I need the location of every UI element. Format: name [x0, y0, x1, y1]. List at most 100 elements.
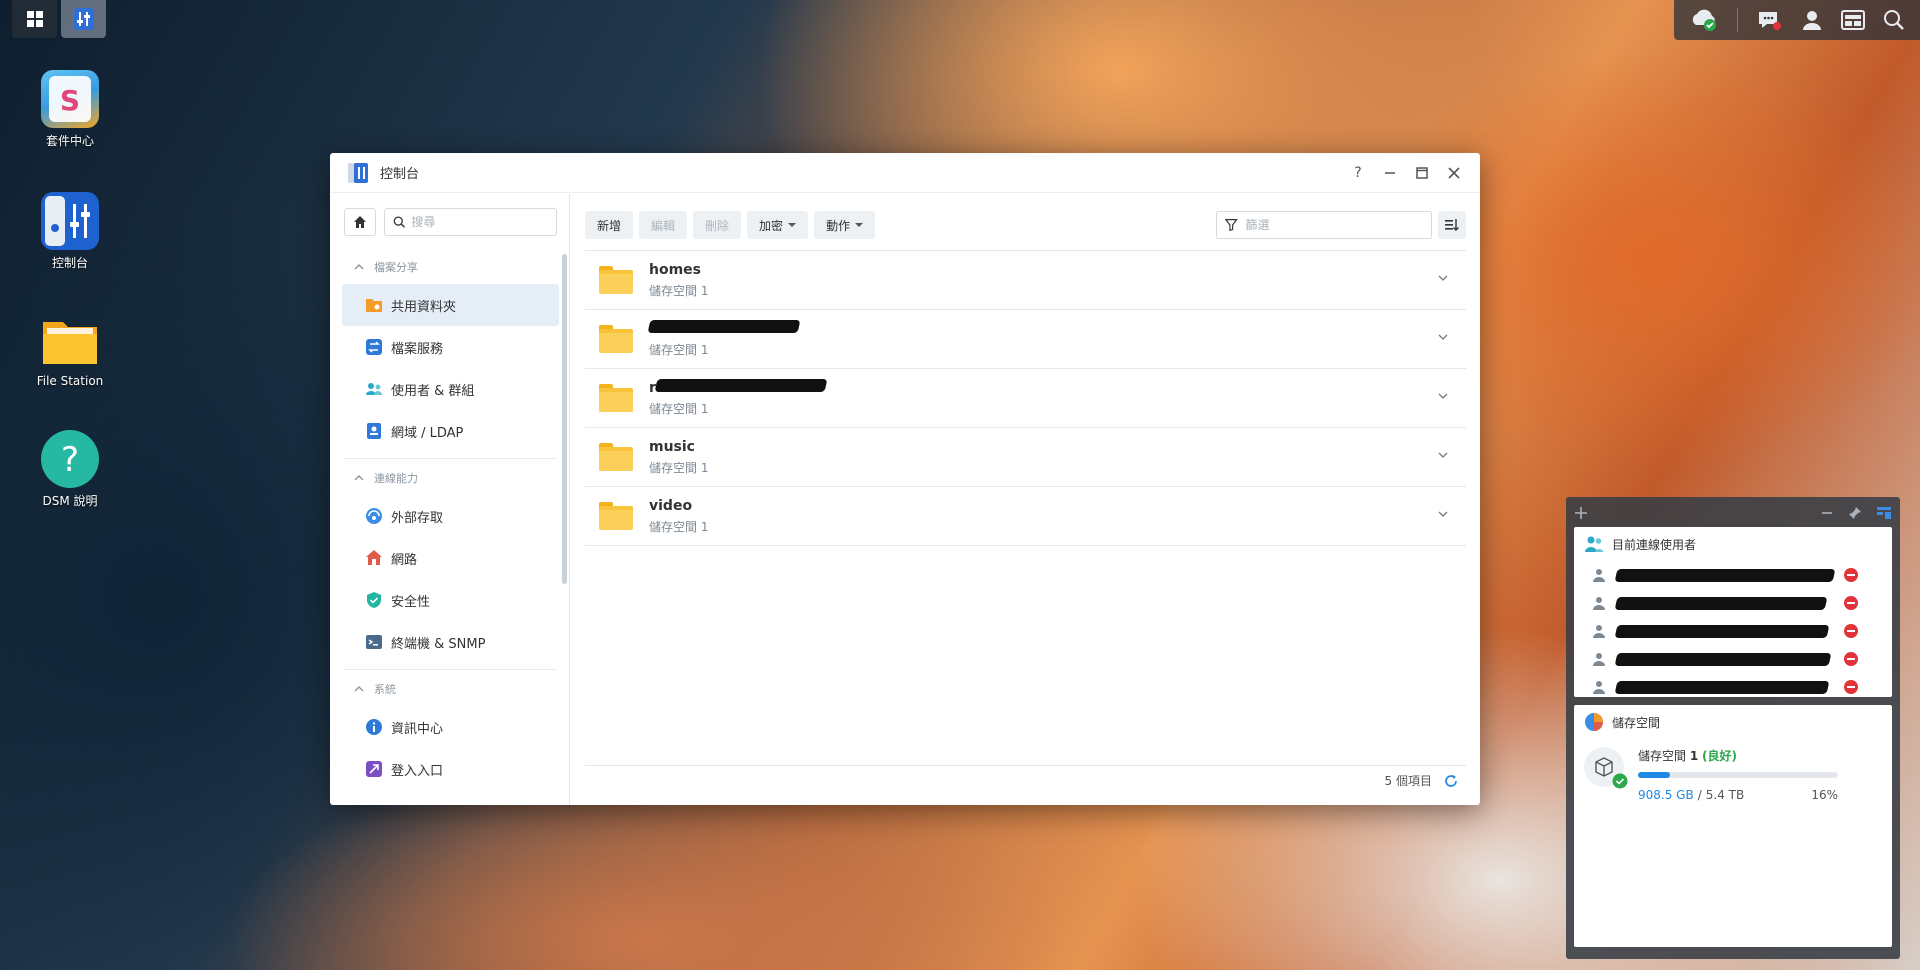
folder-name: [647, 320, 801, 337]
refresh-icon[interactable]: [1444, 774, 1458, 788]
sidebar-item-users-groups[interactable]: 使用者 & 群組: [342, 368, 559, 410]
chevron-down-icon[interactable]: [1438, 509, 1448, 519]
list-item: [1574, 645, 1892, 673]
table-row[interactable]: video 儲存空間 1: [585, 487, 1466, 546]
sidebar-item-label: 終端機 & SNMP: [391, 636, 486, 652]
storage-widget: 儲存空間 儲存空間 1 (良好) 908.5 GB / 5.4 TB 16%: [1574, 705, 1892, 947]
section-connectivity[interactable]: 連線能力: [330, 461, 569, 495]
domain-icon: [367, 423, 381, 439]
sidebar-scrollbar[interactable]: [562, 254, 567, 584]
action-dropdown[interactable]: 動作: [814, 211, 876, 239]
home-icon: [354, 216, 366, 228]
chevron-down-icon[interactable]: [1438, 391, 1448, 401]
chevron-down-icon[interactable]: [1438, 450, 1448, 460]
chevron-down-icon[interactable]: [1438, 332, 1448, 342]
edit-button[interactable]: 編輯: [639, 211, 688, 239]
table-row[interactable]: 儲存空間 1: [585, 310, 1466, 369]
chevron-down-icon[interactable]: [1438, 273, 1448, 283]
section-divider: [344, 458, 557, 459]
minimize-icon[interactable]: [1820, 506, 1834, 520]
delete-button[interactable]: 刪除: [693, 211, 742, 239]
maximize-button[interactable]: [1412, 163, 1432, 183]
folder-name: r: [649, 379, 828, 396]
close-button[interactable]: [1444, 163, 1464, 183]
control-panel-icon: [348, 162, 368, 183]
taskbar-control-panel-button[interactable]: [61, 0, 106, 38]
user-list: [1574, 561, 1892, 729]
widgets-icon[interactable]: [1840, 9, 1865, 31]
check-badge-icon: [1612, 773, 1628, 789]
sidebar-item-info-center[interactable]: 資訊中心: [342, 706, 559, 748]
shared-folder-panel: 新增 編輯 刪除 加密 動作 homes: [571, 194, 1480, 805]
sidebar-item-external-access[interactable]: 外部存取: [342, 495, 559, 537]
user-icon: [1593, 625, 1605, 638]
filter-icon: [1225, 219, 1238, 232]
disconnect-button[interactable]: [1844, 680, 1858, 694]
sidebar-search[interactable]: [384, 208, 557, 236]
pin-icon[interactable]: [1848, 506, 1862, 520]
folder-volume: 儲存空間 1: [649, 343, 709, 357]
sidebar-item-network[interactable]: 網路: [342, 537, 559, 579]
disconnect-button[interactable]: [1844, 624, 1858, 638]
minimize-button[interactable]: [1380, 163, 1400, 183]
sidebar-item-label: 安全性: [391, 594, 431, 610]
sidebar-item-label: 檔案服務: [391, 341, 444, 357]
desktop-icon-dsm-help[interactable]: ? DSM 說明: [20, 430, 120, 509]
table-row[interactable]: homes 儲存空間 1: [585, 251, 1466, 310]
volume-name: 儲存空間 1 (良好): [1638, 749, 1738, 763]
disconnect-button[interactable]: [1844, 596, 1858, 610]
widget-title: 儲存空間: [1612, 715, 1661, 730]
create-button[interactable]: 新增: [585, 211, 634, 239]
sidebar-item-file-services[interactable]: 檔案服務: [342, 326, 559, 368]
table-row[interactable]: r 儲存空間 1: [585, 369, 1466, 428]
folder-icon: [599, 325, 633, 353]
sidebar-item-shared-folder[interactable]: 共用資料夾: [342, 284, 559, 326]
add-widget-icon[interactable]: [1574, 506, 1588, 520]
connected-users-widget: 目前連線使用者: [1574, 527, 1892, 722]
redaction-mark: [1614, 568, 1836, 582]
search-icon[interactable]: [1883, 9, 1905, 31]
sidebar-item-domain-ldap[interactable]: 網域 / LDAP: [342, 410, 559, 452]
sidebar-search-input[interactable]: [411, 215, 548, 229]
external-access-icon: [366, 508, 382, 524]
sidebar-item-terminal-snmp[interactable]: 終端機 & SNMP: [342, 621, 559, 663]
main-menu-button[interactable]: [12, 0, 57, 38]
section-file-sharing[interactable]: 檔案分享: [330, 250, 569, 284]
chevron-up-icon: [354, 475, 364, 481]
system-tray: [1674, 0, 1920, 40]
redaction-mark: [647, 320, 801, 333]
table-row[interactable]: music 儲存空間 1: [585, 428, 1466, 487]
folder-icon: [599, 443, 633, 471]
desktop-icon-package-center[interactable]: S 套件中心: [20, 70, 120, 149]
folder-volume: 儲存空間 1: [649, 283, 709, 298]
home-button[interactable]: [344, 208, 376, 236]
filter-box[interactable]: [1216, 211, 1432, 239]
cloud-sync-icon[interactable]: [1689, 7, 1719, 33]
disconnect-button[interactable]: [1844, 652, 1858, 666]
notifications-icon[interactable]: [1756, 8, 1782, 32]
caret-down-icon: [788, 223, 797, 227]
user-icon[interactable]: [1801, 9, 1823, 31]
section-system[interactable]: 系統: [330, 672, 569, 706]
desktop-icon-control-panel[interactable]: 控制台: [20, 192, 120, 271]
widget-layout-icon[interactable]: [1876, 506, 1892, 520]
filter-input[interactable]: [1245, 218, 1423, 232]
section-title: 系統: [374, 683, 396, 696]
usage-percent: 16%: [1811, 788, 1838, 802]
sort-button[interactable]: [1438, 211, 1466, 239]
folder-icon: [599, 502, 633, 530]
sidebar-item-label: 資訊中心: [391, 721, 444, 737]
login-portal-icon: [366, 761, 382, 777]
desktop-icon-file-station[interactable]: File Station: [20, 312, 120, 388]
folder-icon: [599, 384, 633, 412]
sidebar-item-security[interactable]: 安全性: [342, 579, 559, 621]
sidebar-item-login-portal[interactable]: 登入入口: [342, 748, 559, 790]
disconnect-button[interactable]: [1844, 568, 1858, 582]
window-title-bar[interactable]: 控制台 ?: [330, 153, 1480, 193]
action-label: 動作: [826, 218, 851, 233]
help-button[interactable]: ?: [1348, 163, 1368, 183]
encrypt-dropdown[interactable]: 加密: [747, 211, 809, 239]
widgets-toolbar: [1574, 503, 1892, 523]
maximize-icon: [1416, 166, 1428, 179]
redaction-mark: [1614, 596, 1828, 610]
